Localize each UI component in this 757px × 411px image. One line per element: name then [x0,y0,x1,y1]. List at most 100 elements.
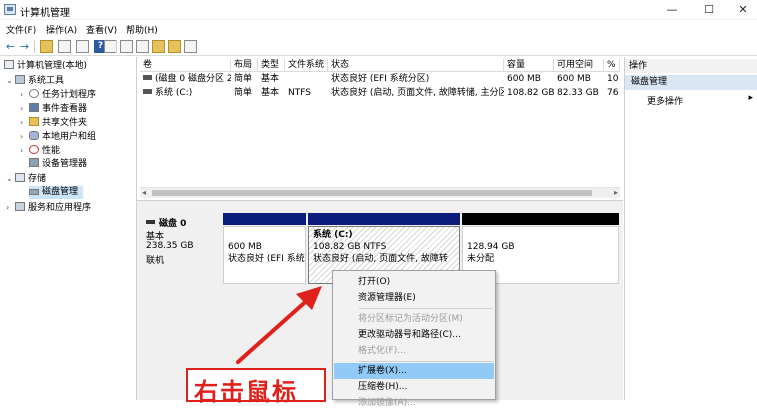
partition-title: 系统 (C:) [313,230,353,240]
tree-item-services-apps[interactable]: › 服务和应用程序 [6,201,91,214]
connect-icon[interactable] [120,40,133,53]
cell-percent: 10 [607,74,619,84]
column-header-status[interactable]: 状态 [328,59,504,72]
scroll-left-icon[interactable]: ◂ [142,188,146,197]
chevron-right-icon[interactable]: › [20,102,29,115]
maximize-button[interactable]: ☐ [692,0,726,20]
scrollbar-thumb[interactable] [152,190,592,196]
tree-item-system-tools[interactable]: ⌄ 系统工具 [6,74,64,87]
storage-icon [15,173,25,182]
menu-action[interactable]: 操作(A) [46,23,77,36]
tree-item-shared-folders[interactable]: › 共享文件夹 [20,116,87,129]
partition-size: 108.82 GB NTFS [313,242,387,252]
show-hide-tree-icon[interactable] [58,40,71,53]
menu-item-add-mirror[interactable]: 添加镜像(A)... [334,395,494,411]
menu-item-explorer[interactable]: 资源管理器(E) [334,290,494,306]
menu-item-extend-volume[interactable]: 扩展卷(X)... [334,363,494,379]
close-button[interactable]: ✕ [726,0,757,20]
services-icon [15,202,25,211]
partition-efi[interactable]: 600 MB 状态良好 (EFI 系统分 [223,226,306,284]
scroll-right-icon[interactable]: ▸ [614,188,618,197]
table-row[interactable]: 系统 (C:) 简单 基本 NTFS 状态良好 (启动, 页面文件, 故障转储,… [140,87,620,100]
cell-free-space: 82.33 GB [557,88,599,98]
menu-separator [359,361,493,362]
list-view-icon[interactable] [184,40,197,53]
search-folder-icon[interactable] [168,40,181,53]
tree-item-label: 存储 [28,174,47,184]
tree-item-label: 共享文件夹 [42,118,88,128]
actions-header: 操作 [625,59,757,73]
disk-size: 238.35 GB [146,241,194,251]
partition-size: 128.94 GB [467,242,515,252]
window-title: 计算机管理 [20,8,70,19]
tree-item-computer-management[interactable]: 计算机管理(本地) [4,60,87,73]
checklist-icon[interactable] [136,40,149,53]
volume-icon [143,89,152,94]
tree-item-event-viewer[interactable]: › 事件查看器 [20,102,87,115]
chevron-right-icon[interactable]: › [20,116,29,129]
back-arrow-icon[interactable]: ← [4,40,17,53]
up-folder-icon[interactable] [40,40,53,53]
minimize-button[interactable]: — [655,0,689,20]
menu-item-open[interactable]: 打开(O) [334,274,494,290]
tree-item-local-users[interactable]: › 本地用户和组 [20,130,96,143]
performance-icon [29,145,39,154]
menu-file[interactable]: 文件(F) [6,23,36,36]
forward-arrow-icon[interactable]: → [18,40,31,53]
column-header-filesystem[interactable]: 文件系统 [285,59,328,72]
more-actions-link[interactable]: 更多操作 [647,94,683,107]
menu-item-mark-active[interactable]: 将分区标记为活动分区(M) [334,311,494,327]
tree-item-label: 设备管理器 [42,159,88,169]
clock-icon [29,89,39,98]
partition-status: 状态良好 (EFI 系统分 [228,254,306,264]
column-header-free-space[interactable]: 可用空间 [554,59,604,72]
properties-icon[interactable] [76,40,89,53]
tree-item-performance[interactable]: › 性能 [20,144,60,157]
partition-efi-header [223,213,306,225]
cell-capacity: 600 MB [507,74,541,84]
tree-item-label: 服务和应用程序 [28,203,92,213]
partition-unallocated-header [462,213,619,225]
cell-filesystem [285,73,328,86]
column-header-volume[interactable]: 卷 [140,59,231,72]
chevron-right-icon[interactable]: › [20,88,29,101]
chevron-down-icon[interactable]: ⌄ [6,74,15,87]
tree-item-label: 磁盘管理 [42,187,79,197]
menu-help[interactable]: 帮助(H) [126,23,158,36]
cell-capacity: 108.82 GB [507,88,554,98]
cell-type: 基本 [261,74,280,84]
menu-item-shrink-volume[interactable]: 压缩卷(H)... [334,379,494,395]
menu-item-format[interactable]: 格式化(F)... [334,343,494,359]
tree-item-storage[interactable]: ⌄ 存储 [6,172,46,185]
tree-item-device-manager[interactable]: 设备管理器 [29,158,87,171]
column-header-percent[interactable]: % [604,59,620,72]
table-row[interactable]: (磁盘 0 磁盘分区 2) 简单 基本 状态良好 (EFI 系统分区) 600 … [140,73,620,86]
column-header-capacity[interactable]: 容量 [504,59,554,72]
tree-item-label: 任务计划程序 [42,90,97,100]
chevron-right-icon[interactable]: › [20,144,29,157]
tree-item-disk-management[interactable]: 磁盘管理 [29,186,83,199]
open-folder-icon[interactable] [152,40,165,53]
event-log-icon [29,103,39,112]
chevron-down-icon[interactable]: ⌄ [6,172,15,185]
volume-table-header: 卷 布局 类型 文件系统 状态 容量 可用空间 % [140,59,620,72]
chevron-right-icon[interactable]: ▸ [748,93,753,103]
column-header-type[interactable]: 类型 [258,59,285,72]
horizontal-scrollbar[interactable]: ◂ ▸ [140,187,620,198]
disk-0-info[interactable]: 磁盘 0 基本 238.35 GB 联机 [140,211,220,286]
chevron-right-icon[interactable]: › [20,130,29,143]
toolbar-separator [116,40,117,53]
disk-name: 磁盘 0 [146,216,186,229]
chevron-right-icon[interactable]: › [6,201,15,214]
column-header-layout[interactable]: 布局 [231,59,258,72]
disk-name-text: 磁盘 0 [159,219,187,229]
actions-group-disk-management[interactable]: 磁盘管理 [625,75,757,90]
computer-icon [4,60,14,69]
menu-view[interactable]: 查看(V) [86,23,117,36]
tree-item-task-scheduler[interactable]: › 任务计划程序 [20,88,96,101]
console-tree: 计算机管理(本地) ⌄ 系统工具 › 任务计划程序 › 事件查看器 › 共享文件夹 › 本… [0,57,137,400]
menu-item-change-drive-letter[interactable]: 更改驱动器号和路径(C)... [334,327,494,343]
context-menu: 打开(O) 资源管理器(E) 将分区标记为活动分区(M) 更改驱动器号和路径(C… [332,270,496,408]
cell-type: 基本 [261,88,280,98]
annotation-label-box: 右击鼠标 [186,368,326,406]
